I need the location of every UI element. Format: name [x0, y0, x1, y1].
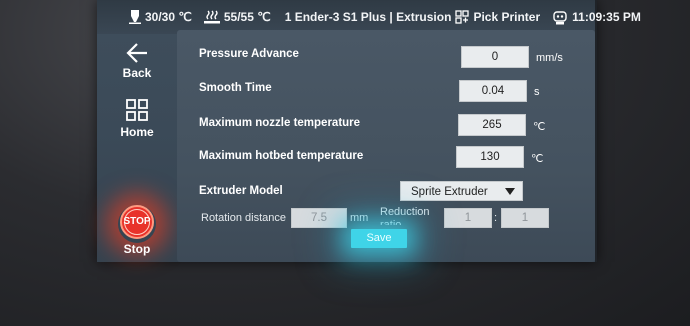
pressure-advance-label: Pressure Advance [199, 48, 299, 60]
rotation-distance-unit: mm [350, 212, 369, 224]
pressure-advance-unit: mm/s [536, 52, 563, 64]
rotation-distance-input[interactable]: 7.5 [291, 208, 347, 228]
pressure-advance-input[interactable]: 0 [461, 46, 529, 68]
printer-name: 1 Ender-3 S1 Plus | Extrusion [285, 10, 452, 24]
max-nozzle-unit: ℃ [533, 121, 546, 133]
max-hotbed-input[interactable]: 130 [456, 146, 524, 168]
bed-temp-text: 55/55 ℃ [223, 10, 271, 24]
clock-text: 11:09:35 PM [572, 10, 641, 24]
robot-clock-icon [553, 10, 567, 24]
back-button[interactable]: Back [97, 42, 177, 80]
extruder-model-value: Sprite Extruder [411, 186, 488, 198]
back-label: Back [122, 66, 152, 80]
reduction-ratio-b-input[interactable]: 1 [501, 208, 549, 228]
home-label: Home [120, 125, 154, 139]
hotbed-icon [203, 10, 220, 24]
smooth-time-unit: s [534, 86, 540, 98]
pick-printer-icon [455, 10, 470, 24]
max-hotbed-label: Maximum hotbed temperature [199, 150, 364, 162]
smooth-time-input[interactable]: 0.04 [459, 80, 527, 102]
clock: 11:09:35 PM [552, 10, 641, 25]
reduction-label-line2: ratio [380, 219, 402, 225]
pick-printer-label: Pick Printer [473, 10, 541, 24]
nozzle-temp-status: 30/30 ℃ [129, 10, 192, 24]
extrusion-settings-panel: Pressure Advance 0 mm/s Smooth Time 0.04… [177, 30, 595, 262]
reduction-label: Reduction [380, 206, 430, 218]
max-hotbed-unit: ℃ [531, 153, 544, 165]
save-button[interactable]: Save [351, 229, 407, 248]
touchscreen: 30/30 ℃ 55/55 ℃ 1 Ender-3 S1 Plus | Extr… [97, 0, 641, 262]
extruder-model-select[interactable]: Sprite Extruder [400, 181, 523, 201]
stop-icon-text: STOP [123, 216, 151, 227]
extruder-model-label: Extruder Model [199, 185, 283, 197]
stop-label: Stop [123, 242, 151, 256]
max-nozzle-input[interactable]: 265 [458, 114, 526, 136]
status-bar: 30/30 ℃ 55/55 ℃ 1 Ender-3 S1 Plus | Extr… [97, 0, 641, 34]
chevron-down-icon [505, 188, 515, 195]
home-grid-icon [126, 99, 148, 121]
rotation-distance-label: Rotation distance [201, 212, 286, 224]
max-nozzle-label: Maximum nozzle temperature [199, 117, 361, 129]
stop-button[interactable]: STOP Stop [97, 204, 177, 256]
sidebar: Back Home STOP Stop [97, 34, 177, 262]
bed-temp-status: 55/55 ℃ [203, 10, 271, 24]
nozzle-temp-text: 30/30 ℃ [145, 10, 192, 24]
smooth-time-label: Smooth Time [199, 82, 272, 94]
reduction-ratio-a-input[interactable]: 1 [444, 208, 492, 228]
home-button[interactable]: Home [97, 98, 177, 139]
reduction-separator: : [494, 212, 498, 224]
nozzle-icon [129, 10, 141, 24]
printer-name-text: 1 Ender-3 S1 Plus | Extrusion [284, 10, 452, 24]
back-arrow-icon [126, 43, 147, 63]
pick-printer-button[interactable]: Pick Printer [455, 10, 540, 24]
